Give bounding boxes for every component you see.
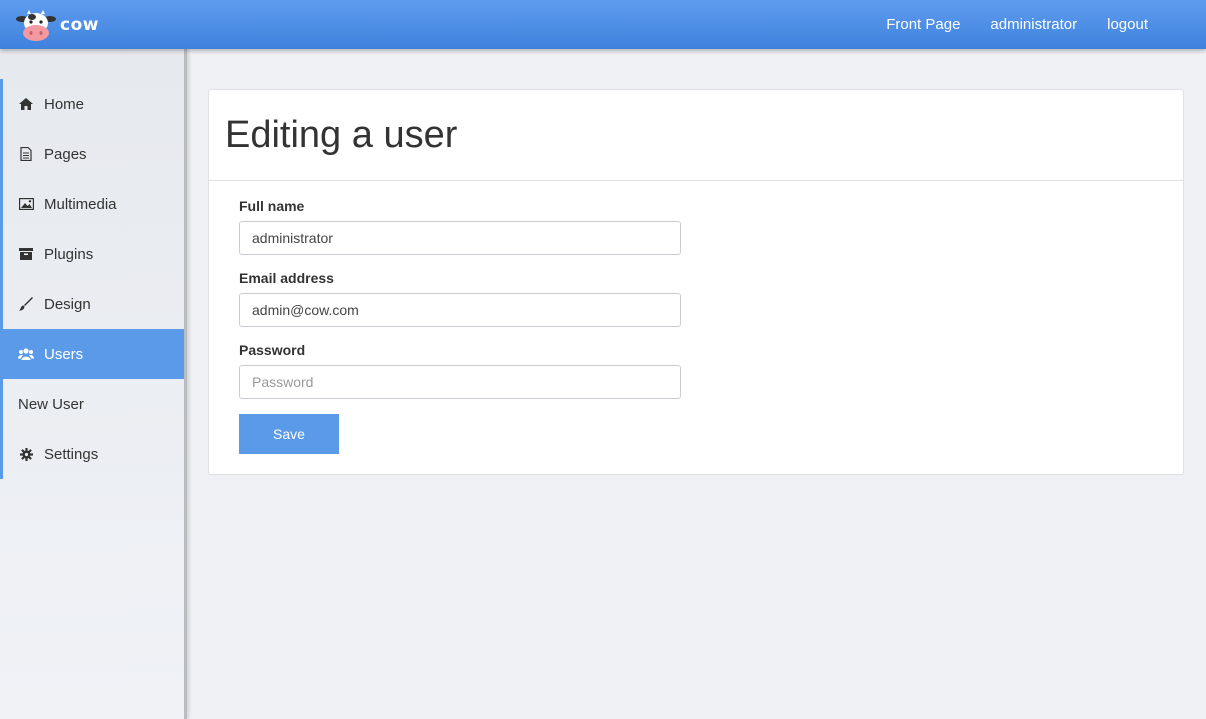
image-icon — [18, 196, 34, 212]
full-name-group: Full name — [239, 198, 681, 255]
home-icon — [18, 96, 34, 112]
sidebar-item-label: Pages — [44, 145, 87, 163]
archive-icon — [18, 246, 34, 262]
sidebar-item-label: Settings — [44, 445, 99, 463]
edit-user-form: Full name Email address Password Save — [239, 198, 681, 454]
email-input[interactable] — [239, 293, 681, 327]
save-button[interactable]: Save — [239, 414, 339, 454]
front-page-link[interactable]: Front Page — [886, 16, 960, 33]
sidebar-item-label: New User — [18, 395, 84, 413]
password-label: Password — [239, 342, 306, 358]
panel-header: Editing a user — [209, 90, 1183, 181]
sidebar-item-new-user[interactable]: New User — [3, 379, 184, 429]
email-label: Email address — [239, 270, 334, 286]
sidebar-item-home[interactable]: Home — [3, 79, 184, 129]
brush-icon — [18, 296, 34, 312]
top-bar: cow Front Page administrator logout — [0, 0, 1206, 49]
users-icon — [18, 346, 34, 362]
document-icon — [18, 146, 34, 162]
password-group: Password — [239, 342, 681, 399]
logout-link[interactable]: logout — [1107, 16, 1148, 33]
sidebar-item-users[interactable]: Users — [3, 329, 184, 379]
password-input[interactable] — [239, 365, 681, 399]
gear-icon — [18, 446, 34, 462]
sidebar-item-settings[interactable]: Settings — [3, 429, 184, 479]
sidebar: Home Pages Multimedia Plugins Design Use… — [0, 49, 187, 719]
sidebar-item-multimedia[interactable]: Multimedia — [3, 179, 184, 229]
user-link[interactable]: administrator — [990, 16, 1077, 33]
sidebar-item-label: Design — [44, 295, 91, 313]
sidebar-item-label: Home — [44, 95, 85, 113]
sidebar-item-pages[interactable]: Pages — [3, 129, 184, 179]
sidebar-item-design[interactable]: Design — [3, 279, 184, 329]
edit-user-panel: Editing a user Full name Email address P… — [208, 89, 1184, 475]
sidebar-item-plugins[interactable]: Plugins — [3, 229, 184, 279]
logo[interactable]: cow — [16, 8, 106, 42]
cow-logo-icon — [16, 10, 56, 41]
sidebar-item-label: Plugins — [44, 245, 94, 263]
full-name-label: Full name — [239, 198, 305, 214]
full-name-input[interactable] — [239, 221, 681, 255]
sidebar-item-label: Users — [44, 345, 84, 363]
email-group: Email address — [239, 270, 681, 327]
top-nav: Front Page administrator logout — [856, 0, 1148, 49]
app-name: cow — [60, 15, 99, 35]
page-title: Editing a user — [225, 113, 458, 156]
sidebar-menu: Home Pages Multimedia Plugins Design Use… — [0, 79, 184, 479]
sidebar-item-label: Multimedia — [44, 195, 117, 213]
